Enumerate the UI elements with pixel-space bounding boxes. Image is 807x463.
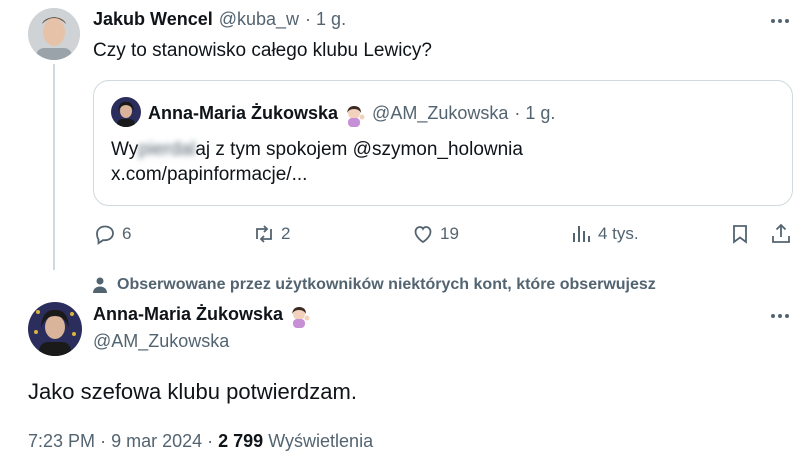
repost-count: 2 [281,224,291,243]
like-button[interactable]: 19 [411,222,459,246]
tweet2-text: Jako szefowa klubu potwierdzam. [28,379,357,404]
views-button[interactable]: 4 tys. [569,222,639,246]
quoted-tweet-header: Anna-Maria Żukowska @AM_Zukowska · 1 g. [148,102,555,127]
quoted-link[interactable]: x.com/papinformacje/... [111,164,307,185]
quoted-text-prefix: Wy [111,139,139,160]
share-button[interactable] [769,222,793,246]
like-count: 19 [440,224,459,243]
tweet2-views-count: 2 799 [218,431,264,451]
avatar-anna-maria-zukowska-small[interactable] [111,97,141,127]
social-context: Obserwowane przez użytkowników niektóryc… [93,276,656,294]
tweet1-header: Jakub Wencel @kuba_w · 1 g. [93,9,346,30]
tweet2-author-handle[interactable]: @AM_Zukowska [93,331,229,352]
tweet2-time[interactable]: 7:23 PM [28,431,95,451]
tweet1-actions: 6 2 19 4 tys. [93,222,793,250]
repost-button[interactable]: 2 [252,222,290,246]
views-count: 4 tys. [598,224,639,243]
avatar-jakub-wencel[interactable] [28,8,80,60]
more-icon[interactable] [771,19,789,23]
reply-button[interactable]: 6 [93,222,131,246]
social-context-text: Obserwowane przez użytkowników niektóryc… [117,276,656,293]
tweet1-timestamp[interactable]: · 1 g. [305,9,346,30]
quoted-author-handle[interactable]: @AM_Zukowska [372,103,508,124]
separator-dot: · [100,431,112,451]
avatar-anna-maria-zukowska[interactable] [28,302,82,356]
tweet2-date[interactable]: 9 mar 2024 [111,431,202,451]
quoted-timestamp[interactable]: · 1 g. [514,103,555,124]
quoted-text-blurred: pierdal [138,139,196,160]
analytics-icon [573,226,590,242]
quoted-author-name[interactable]: Anna-Maria Żukowska [148,103,338,124]
quoted-text-suffix: aj z tym spokojem @szymon_holownia [195,139,523,160]
reply-count: 6 [122,224,132,243]
tweet1-text: Czy to stanowisko całego klubu Lewicy? [93,40,433,61]
quoted-tweet-card[interactable]: Anna-Maria Żukowska @AM_Zukowska · 1 g. … [93,80,793,206]
separator-dot: · [207,431,219,451]
share-icon [772,223,790,243]
bookmark-button[interactable] [728,222,752,246]
repost-icon [256,225,272,243]
tweet2-views-label: Wyświetlenia [268,431,374,451]
tweet1-author-handle[interactable]: @kuba_w [219,9,299,30]
bookmark-icon [733,225,747,244]
thread-connector-line [53,64,55,270]
more-icon[interactable] [771,314,789,318]
woman-tipping-hand-emoji [289,306,311,328]
tweet1-author-name[interactable]: Jakub Wencel [93,9,213,30]
reply-icon [96,225,114,245]
tweet2-header: Anna-Maria Żukowska [93,303,311,328]
heart-icon [414,226,432,244]
quoted-tweet-text: Wypierdalaj z tym spokojem @szymon_holow… [111,137,771,187]
tweet2-meta: 7:23 PM · 9 mar 2024 · 2 799 Wyświetleni… [28,431,373,452]
woman-tipping-hand-emoji [344,105,366,127]
tweet2-author-name[interactable]: Anna-Maria Żukowska [93,304,283,325]
person-icon [93,277,107,293]
